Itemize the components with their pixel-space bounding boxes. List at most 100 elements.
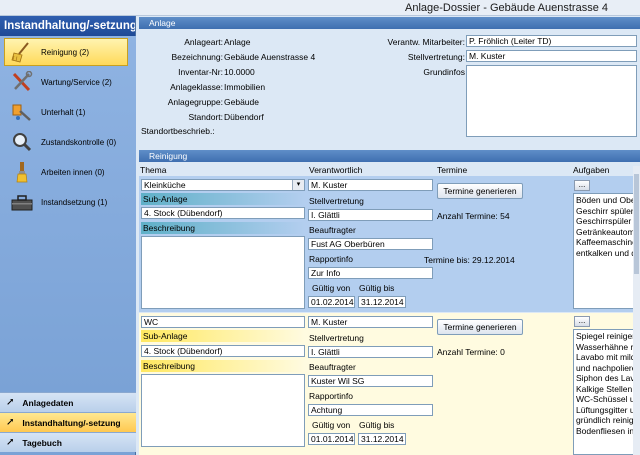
standortbeschrieb-label: Standortbeschrieb.: [141,126,215,136]
termine-generieren-button[interactable]: Termine generieren [437,319,523,335]
gueltig-von-field[interactable]: 01.01.2014 [308,433,355,445]
thema-value: Kleinküche [144,180,186,190]
sidebar-item-instandsetzung[interactable]: Instandsetzung (1) [4,188,128,216]
bezeichnung-value: Gebäude Auenstrasse 4 [224,52,316,62]
thema-field[interactable]: WC [141,316,305,328]
gueltig-bis-field[interactable]: 31.12.2014 [358,433,406,445]
chevron-down-icon[interactable]: ▾ [292,180,304,190]
rapportinfo-field[interactable]: Zur Info [308,267,433,279]
thema-select[interactable]: Kleinküche ▾ [141,179,305,191]
aufgabe-item: Geschirr spülen [576,205,636,216]
mitarbeiter-field[interactable]: P. Fröhlich (Leiter TD) [466,35,637,47]
beauftragter-field[interactable]: Fust AG Oberbüren [308,238,433,250]
window-title: Anlage-Dossier - Gebäude Auenstrasse 4 [404,2,608,14]
sidebar-item-zustandskontrolle[interactable]: Zustandskontrolle (0) [4,128,128,156]
sidebar-header: Instandhaltung/-setzung [0,16,135,36]
sub-anlage-field[interactable]: 4. Stock (Dübendorf) [141,207,305,219]
sidebar-item-reinigung[interactable]: Reinigung (2) [4,38,128,66]
beschreibung-textarea[interactable] [141,236,305,309]
arrow-icon: ↗ [6,397,15,408]
column-aufgaben: Aufgaben [573,165,610,175]
sub-anlage-field[interactable]: 4. Stock (Dübendorf) [141,345,305,357]
beauftragter-label: Beauftragter [309,362,356,372]
grundinfos-textarea[interactable] [466,65,637,137]
vertical-scrollbar[interactable] [633,166,640,455]
termine-generieren-button[interactable]: Termine generieren [437,183,523,199]
gueltig-bis-label: Gültig bis [359,283,395,293]
anzahl-termine: Anzahl Termine: 0 [437,347,505,357]
aufgaben-more-button[interactable]: ... [574,316,590,327]
main-panel: Anlage Anlageart: Anlage Bezeichnung: Ge… [137,16,640,455]
aufgabe-item: und nachpoliere [576,362,637,373]
beschreibung-header: Beschreibung [141,222,305,234]
arrow-icon: ↗ [6,437,15,448]
stellvertretung-label: Stellvertretung: [407,52,465,62]
termine-bis: Termine bis: 29.12.2014 [424,255,515,265]
broom-icon [9,40,35,64]
stellvertretung-label: Stellvertretung [309,333,364,343]
sub-anlage-header: Sub-Anlage [141,330,305,342]
standort-value: Dübendorf [224,112,264,122]
stellvertretung-label: Stellvertretung [309,196,364,206]
verantwortlich-field[interactable]: M. Kuster [308,179,433,191]
aufgaben-list[interactable]: Spiegel reinigen Wasserhähne re Lavabo m… [573,329,640,455]
aufgabe-item: gründlich reinige [576,415,639,425]
sidebar-item-wartung[interactable]: Wartung/Service (2) [4,68,128,96]
aufgaben-list[interactable]: Böden und Ober Geschirr spülen Geschirrs… [573,193,640,309]
gueltig-von-label: Gültig von [312,420,351,430]
gueltig-von-label: Gültig von [312,283,351,293]
verantwortlich-field[interactable]: M. Kuster [308,316,433,328]
stellvertretung-field[interactable]: I. Glättli [308,346,433,358]
gueltig-bis-label: Gültig bis [359,420,395,430]
aufgabe-item: Lavabo mit milde [576,352,640,362]
nav-instandhaltung[interactable]: ↗ Instandhaltung/-setzung [0,412,136,432]
nav-label: Instandhaltung/-setzung [22,417,121,428]
anlagegruppe-value: Gebäude [224,97,259,107]
anlageklasse-label: Anlageklasse: [170,82,223,92]
paintbrush-icon [9,160,35,184]
toolbox-icon [9,190,35,214]
rapportinfo-field[interactable]: Achtung [308,404,433,416]
grundinfos-label: Grundinfos [423,67,465,77]
beschreibung-header: Beschreibung [141,360,305,372]
sidebar-item-label: Wartung/Service (2) [41,77,112,87]
anlageklasse-value: Immobilien [224,82,266,92]
sidebar-item-label: Arbeiten innen (0) [41,167,105,177]
inventar-label: Inventar-Nr: [178,67,223,77]
nav-anlagedaten[interactable]: ↗ Anlagedaten [0,392,136,412]
stellvertretung-field[interactable]: M. Kuster [466,50,637,62]
bezeichnung-label: Bezeichnung: [171,52,223,62]
aufgabe-item: WC-Schüssel ur [576,394,638,404]
aufgaben-more-button[interactable]: ... [574,180,590,191]
aufgabe-item: Kaffeemaschine [576,237,637,247]
standort-label: Standort: [188,112,224,122]
aufgabe-item: Kalkige Stellen [576,383,633,394]
gueltig-bis-field[interactable]: 31.12.2014 [358,296,406,308]
reinigung-section-header: Reinigung [139,150,640,162]
sub-anlage-header: Sub-Anlage [141,193,305,205]
beschreibung-textarea[interactable] [141,374,305,447]
aufgabe-item: entkalken und d [576,247,637,258]
aufgabe-item: Böden und Ober [576,195,639,205]
magnifier-icon [9,130,35,154]
sidebar-item-arbeiten-innen[interactable]: Arbeiten innen (0) [4,158,128,186]
column-thema: Thema [140,165,167,175]
gueltig-von-field[interactable]: 01.02.2014 [308,296,355,308]
sidebar-item-label: Unterhalt (1) [41,107,86,117]
scrollbar-thumb[interactable] [634,174,639,274]
nav-tagebuch[interactable]: ↗ Tagebuch [0,432,136,452]
sidebar-item-unterhalt[interactable]: Unterhalt (1) [4,98,128,126]
rapportinfo-label: Rapportinfo [309,254,353,264]
sidebar-item-label: Instandsetzung (1) [41,197,108,207]
anlagegruppe-label: Anlagegruppe: [167,97,223,107]
wrench-icon [9,100,35,124]
mitarbeiter-label: Verantw. Mitarbeiter: [387,37,465,47]
tools-icon [9,70,35,94]
anlageart-value: Anlage [224,37,251,47]
sidebar-item-label: Zustandskontrolle (0) [41,137,117,147]
anlageart-label: Anlageart: [184,37,223,47]
beauftragter-field[interactable]: Kuster Wil SG [308,375,433,387]
stellvertretung-field[interactable]: I. Glättli [308,209,433,221]
rapportinfo-label: Rapportinfo [309,391,353,401]
aufgabe-item: Siphon des Lava [576,373,640,383]
